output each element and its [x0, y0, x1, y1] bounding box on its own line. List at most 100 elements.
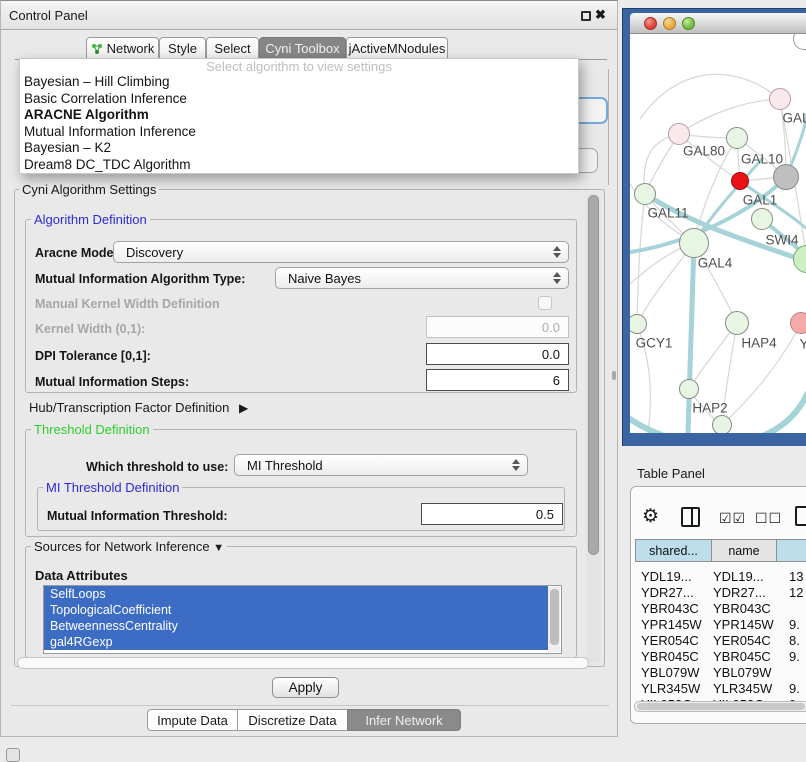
network-canvas[interactable]: GAL GAL80 GAL10 GAL1 GAL11 SWI4 GAL4 GCY… — [630, 34, 806, 433]
dropdown-item[interactable]: Dream8 DC_TDC Algorithm — [20, 157, 578, 174]
which-threshold-combobox[interactable]: MI Threshold — [234, 454, 528, 476]
mi-threshold-label: Mutual Information Threshold: — [47, 509, 228, 523]
mi-algorithm-type-label: Mutual Information Algorithm Type: — [35, 272, 245, 286]
node-gal11[interactable] — [634, 183, 656, 205]
hidden-panel-border — [608, 69, 609, 185]
select-none-icon[interactable]: ☐☐ — [755, 510, 782, 527]
node-label-gal10: GAL10 — [741, 152, 783, 167]
tab-discretize-data[interactable]: Discretize Data — [237, 709, 348, 731]
node-hap4[interactable] — [725, 311, 749, 335]
kernel-width-field[interactable]: 0.0 — [426, 316, 569, 338]
dpi-tolerance-field[interactable]: 0.0 — [426, 343, 569, 365]
node-gray[interactable] — [773, 164, 799, 190]
data-attributes-list[interactable]: SelfLoops TopologicalCoefficient Between… — [43, 585, 562, 654]
node-hap2[interactable] — [679, 379, 699, 399]
manual-kernel-width-checkbox[interactable] — [538, 296, 552, 310]
tab-network[interactable]: Network — [86, 37, 159, 60]
dropdown-hint: Select algorithm to view settings — [20, 59, 578, 74]
table-panel: ⚙ ☑☑ ☐☐ shared... name YDL19...YDL19...1… — [630, 486, 806, 724]
mi-steps-field[interactable]: 6 — [426, 369, 569, 391]
settings-scrollbar-thumb[interactable] — [588, 195, 599, 555]
hub-definition-toggle[interactable]: Hub/Transcription Factor Definition ▶ — [29, 400, 248, 415]
table-row: YDR27...YDR27...12 — [633, 585, 806, 601]
table-row: YBR045CYBR045C9. — [633, 649, 806, 665]
aracne-mode-value: Discovery — [114, 245, 552, 260]
mi-threshold-field[interactable]: 0.5 — [421, 503, 563, 525]
split-columns-icon[interactable] — [681, 507, 700, 527]
tab-label: Infer Network — [365, 713, 442, 728]
table-horizontal-scrollbar-thumb[interactable] — [637, 703, 805, 710]
node-bottom[interactable] — [712, 415, 732, 433]
collapsed-arrow-icon: ▶ — [239, 401, 248, 415]
data-attributes-label: Data Attributes — [35, 568, 128, 583]
list-item-selected[interactable]: BetweennessCentrality — [44, 618, 548, 634]
document-icon[interactable] — [795, 506, 806, 526]
split-pane-handle[interactable] — [612, 371, 616, 380]
tab-label: Network — [107, 41, 155, 56]
tab-select[interactable]: Select — [206, 37, 259, 60]
sources-title-text: Sources for Network Inference — [34, 539, 210, 554]
minimize-traffic-light-icon[interactable] — [663, 17, 676, 30]
node-label-gal: GAL — [782, 111, 806, 126]
dropdown-item[interactable]: Mutual Information Inference — [20, 124, 578, 141]
window-title: Control Panel — [9, 8, 88, 23]
aracne-mode-label: Aracne Mode: — [35, 246, 118, 260]
select-all-icon[interactable]: ☑☑ — [719, 510, 746, 527]
network-view-window: GAL GAL80 GAL10 GAL1 GAL11 SWI4 GAL4 GCY… — [622, 8, 806, 446]
table-panel-title: Table Panel — [637, 466, 705, 481]
dpi-tolerance-label: DPI Tolerance [0,1]: — [35, 349, 151, 363]
node-salmon[interactable] — [790, 312, 806, 334]
expanded-arrow-icon: ▼ — [213, 542, 224, 554]
column-header-name[interactable]: name — [711, 539, 777, 562]
tab-jactivemnodules[interactable]: jActiveMNodules — [346, 37, 448, 60]
threshold-definition-title: Threshold Definition — [31, 422, 153, 437]
control-panel-titlebar[interactable]: Control Panel ✖ — [1, 1, 617, 30]
tab-label: Cyni Toolbox — [265, 41, 339, 56]
network-window-titlebar[interactable] — [630, 13, 806, 34]
close-traffic-light-icon[interactable] — [644, 17, 657, 30]
table-row: YER054CYER054C8. — [633, 633, 806, 649]
list-item-selected[interactable]: SelfLoops — [44, 586, 548, 602]
tab-style[interactable]: Style — [159, 37, 206, 60]
manual-kernel-width-label: Manual Kernel Width Definition — [35, 297, 220, 311]
table-row: YLR345WYLR345W9. — [633, 681, 806, 697]
dropdown-item[interactable]: Bayesian – K2 — [20, 140, 578, 157]
dropdown-item[interactable]: Bayesian – Hill Climbing — [20, 74, 578, 91]
list-item-selected[interactable]: TopologicalCoefficient — [44, 602, 548, 618]
column-header-shared[interactable]: shared... — [635, 539, 712, 562]
node-gal80[interactable] — [668, 123, 690, 145]
list-item-selected[interactable]: gal4RGexp — [44, 634, 548, 650]
aracne-mode-combobox[interactable]: Discovery — [113, 241, 569, 263]
table-rows[interactable]: YDL19...YDL19...13 YDR27...YDR27...12 YB… — [633, 567, 806, 701]
apply-button[interactable]: Apply — [272, 677, 339, 698]
dropdown-item[interactable]: Basic Correlation Inference — [20, 91, 578, 108]
stepper-icon — [511, 459, 520, 471]
node-label-gal4: GAL4 — [698, 256, 733, 271]
node-gal-partial[interactable] — [769, 88, 791, 110]
hidden-algorithm-combobox-edge — [579, 97, 608, 124]
list-scrollbar-thumb[interactable] — [550, 589, 559, 645]
sources-title[interactable]: Sources for Network Inference ▼ — [31, 539, 227, 556]
node-gal1[interactable] — [731, 172, 749, 190]
node-gal4[interactable] — [679, 228, 709, 258]
tab-infer-network[interactable]: Infer Network — [347, 709, 461, 731]
zoom-traffic-light-icon[interactable] — [682, 17, 695, 30]
close-icon[interactable]: ✖ — [595, 7, 606, 23]
column-header-partial[interactable] — [776, 539, 806, 562]
dropdown-item-selected[interactable]: ARACNE Algorithm — [20, 107, 578, 124]
minimized-window-icon[interactable] — [6, 748, 20, 762]
node-label-swi4: SWI4 — [765, 233, 798, 248]
node-label-gal80: GAL80 — [683, 144, 725, 159]
table-horizontal-scrollbar[interactable] — [634, 701, 806, 712]
algorithm-definition-title: Algorithm Definition — [31, 212, 150, 227]
node-label-y-partial: Y — [799, 337, 806, 352]
table-row: YPR145WYPR145W9. — [633, 617, 806, 633]
tab-cyni-toolbox[interactable]: Cyni Toolbox — [259, 37, 346, 60]
node-swi4[interactable] — [751, 208, 773, 230]
gear-icon[interactable]: ⚙ — [642, 505, 659, 528]
mi-algorithm-type-combobox[interactable]: Naive Bayes — [275, 267, 569, 289]
settings-horizontal-scrollbar[interactable] — [17, 657, 589, 669]
float-window-icon[interactable] — [581, 11, 591, 21]
node-gal10[interactable] — [726, 127, 748, 149]
tab-impute-data[interactable]: Impute Data — [147, 709, 238, 731]
